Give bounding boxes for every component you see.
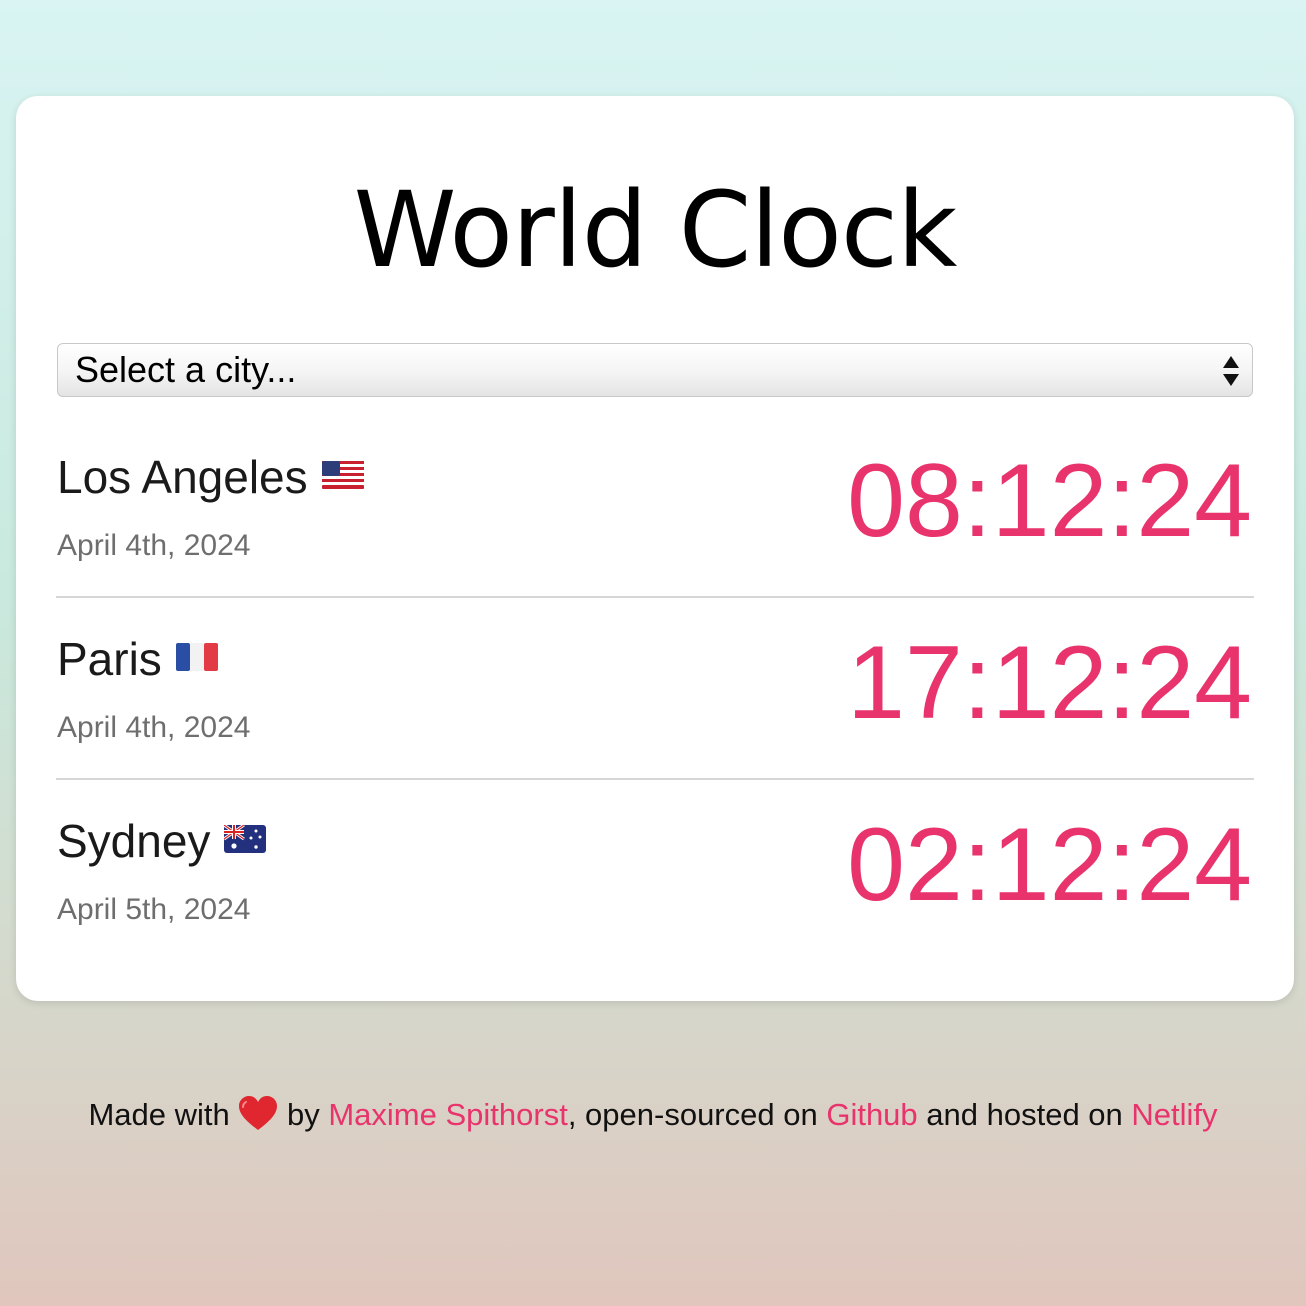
footer-made-with: Made with (88, 1097, 230, 1132)
select-arrows-icon (1223, 356, 1239, 386)
city-row-paris: Paris April 4th, 2024 17:12:24 (56, 598, 1254, 780)
city-name: Sydney (57, 815, 211, 867)
page-title: World Clock (353, 169, 958, 291)
city-select[interactable]: Select a city... (57, 343, 1253, 397)
city-date: April 4th, 2024 (57, 529, 251, 562)
github-link[interactable]: Github (826, 1097, 917, 1132)
footer-open-sourced: , open-sourced on (567, 1097, 827, 1132)
clock-card: World Clock Select a city... Los Angeles… (16, 96, 1294, 1001)
city-time: 02:12:24 (847, 807, 1252, 923)
footer: Made with by Maxime Spithorst, open-sour… (0, 1095, 1306, 1135)
city-name: Los Angeles (57, 451, 308, 503)
city-time: 17:12:24 (847, 625, 1252, 741)
heart-icon (239, 1095, 278, 1130)
city-time: 08:12:24 (847, 443, 1252, 559)
netlify-link[interactable]: Netlify (1131, 1097, 1217, 1132)
footer-hosted: and hosted on (917, 1097, 1132, 1132)
city-row-sydney: Sydney April 5th, 2024 02:12:24 (56, 780, 1254, 962)
city-row-los-angeles: Los Angeles April 4th, 2024 08:12:24 (56, 416, 1254, 598)
au-flag-icon (224, 824, 267, 853)
city-select-value: Select a city... (75, 349, 297, 390)
city-name: Paris (57, 633, 162, 685)
city-date: April 4th, 2024 (57, 711, 251, 744)
city-date: April 5th, 2024 (57, 893, 251, 926)
us-flag-icon (321, 460, 364, 489)
author-link[interactable]: Maxime Spithorst (328, 1097, 567, 1132)
fr-flag-icon (175, 642, 218, 671)
footer-by: by (278, 1097, 329, 1132)
